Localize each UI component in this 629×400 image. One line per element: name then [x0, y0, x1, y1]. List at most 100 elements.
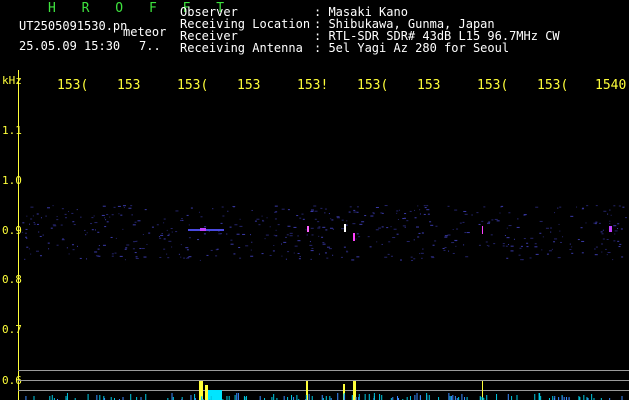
noise-dot: [613, 205, 616, 207]
noise-dot: [569, 243, 571, 245]
noise-dot: [325, 229, 328, 231]
noise-dot: [415, 226, 419, 228]
noise-dot: [539, 232, 542, 234]
noise-dot: [417, 236, 420, 238]
noise-dot: [582, 207, 585, 209]
noise-dot: [52, 224, 56, 226]
noise-dot: [419, 213, 421, 215]
noise-dot: [120, 214, 123, 216]
noise-dot: [381, 226, 384, 228]
noise-dot: [413, 258, 416, 260]
noise-dot: [396, 233, 399, 235]
noise-dot: [287, 225, 291, 227]
noise-dot: [187, 257, 190, 259]
noise-dot: [264, 238, 266, 240]
noise-dot: [101, 214, 105, 216]
noise-dot: [306, 234, 308, 236]
noise-dot: [617, 223, 620, 225]
noise-dot: [491, 219, 494, 221]
noise-dot: [125, 247, 128, 249]
noise-dot: [520, 245, 523, 247]
noise-dot: [302, 218, 305, 220]
noise-dot: [504, 235, 506, 237]
noise-dot: [322, 226, 326, 228]
noise-dot: [289, 232, 293, 234]
noise-dot: [346, 251, 349, 253]
noise-dot: [559, 241, 562, 243]
noise-dot: [250, 255, 254, 257]
noise-dot: [47, 242, 50, 244]
noise-dot: [313, 205, 317, 207]
noise-dot: [317, 221, 320, 223]
noise-dot: [513, 238, 515, 240]
noise-dot: [281, 243, 283, 245]
noise-dot: [25, 236, 28, 238]
signal-noise: [511, 396, 513, 400]
noise-dot: [330, 218, 332, 220]
noise-dot: [90, 223, 93, 225]
noise-dot: [455, 245, 457, 247]
noise-dot: [502, 245, 505, 247]
noise-dot: [485, 241, 488, 243]
spectrogram-plot: [22, 205, 628, 400]
noise-dot: [275, 229, 277, 231]
signal-noise: [130, 394, 132, 400]
noise-dot: [233, 253, 236, 255]
noise-dot: [287, 209, 290, 211]
noise-dot: [577, 239, 580, 241]
noise-dot: [351, 259, 355, 261]
noise-dot: [33, 222, 35, 224]
signal-noise: [397, 396, 399, 400]
noise-dot: [602, 229, 604, 231]
noise-dot: [301, 213, 304, 215]
noise-dot: [142, 234, 144, 236]
noise-dot: [86, 258, 88, 260]
noise-dot: [143, 256, 147, 258]
signal-noise: [621, 396, 623, 400]
noise-dot: [73, 224, 76, 226]
noise-dot: [535, 206, 539, 208]
signal-noise: [368, 394, 370, 400]
signal-noise: [171, 393, 173, 400]
noise-dot: [619, 243, 622, 245]
noise-dot: [204, 226, 207, 228]
noise-dot: [548, 250, 552, 252]
noise-dot: [256, 218, 260, 220]
noise-dot: [465, 256, 469, 258]
noise-dot: [161, 233, 163, 235]
noise-dot: [76, 245, 78, 247]
noise-dot: [424, 207, 427, 209]
signal-noise: [243, 396, 245, 400]
noise-dot: [222, 215, 225, 217]
noise-dot: [137, 220, 141, 222]
noise-dot: [554, 238, 558, 240]
noise-dot: [32, 215, 34, 217]
noise-dot: [33, 223, 36, 225]
noise-dot: [594, 248, 596, 250]
noise-dot: [545, 227, 549, 229]
noise-dot: [250, 249, 252, 251]
signal-noise: [540, 396, 542, 400]
noise-dot: [168, 240, 172, 242]
noise-dot: [506, 257, 509, 259]
noise-dot: [494, 218, 498, 220]
signal-noise: [33, 396, 35, 400]
noise-dot: [318, 226, 321, 228]
noise-dot: [168, 233, 170, 235]
noise-dot: [220, 222, 223, 224]
noise-dot: [76, 209, 78, 211]
noise-dot: [454, 209, 458, 211]
noise-dot: [186, 249, 189, 251]
noise-dot: [388, 241, 391, 243]
signal-noise: [344, 395, 346, 400]
noise-dot: [171, 231, 173, 233]
noise-dot: [135, 256, 138, 258]
noise-dot: [390, 226, 392, 228]
noise-dot: [72, 249, 75, 251]
noise-dot: [163, 218, 166, 220]
noise-dot: [505, 245, 508, 247]
noise-dot: [518, 254, 521, 256]
noise-dot: [236, 233, 240, 235]
noise-dot: [593, 222, 596, 224]
signal-noise: [561, 396, 563, 400]
